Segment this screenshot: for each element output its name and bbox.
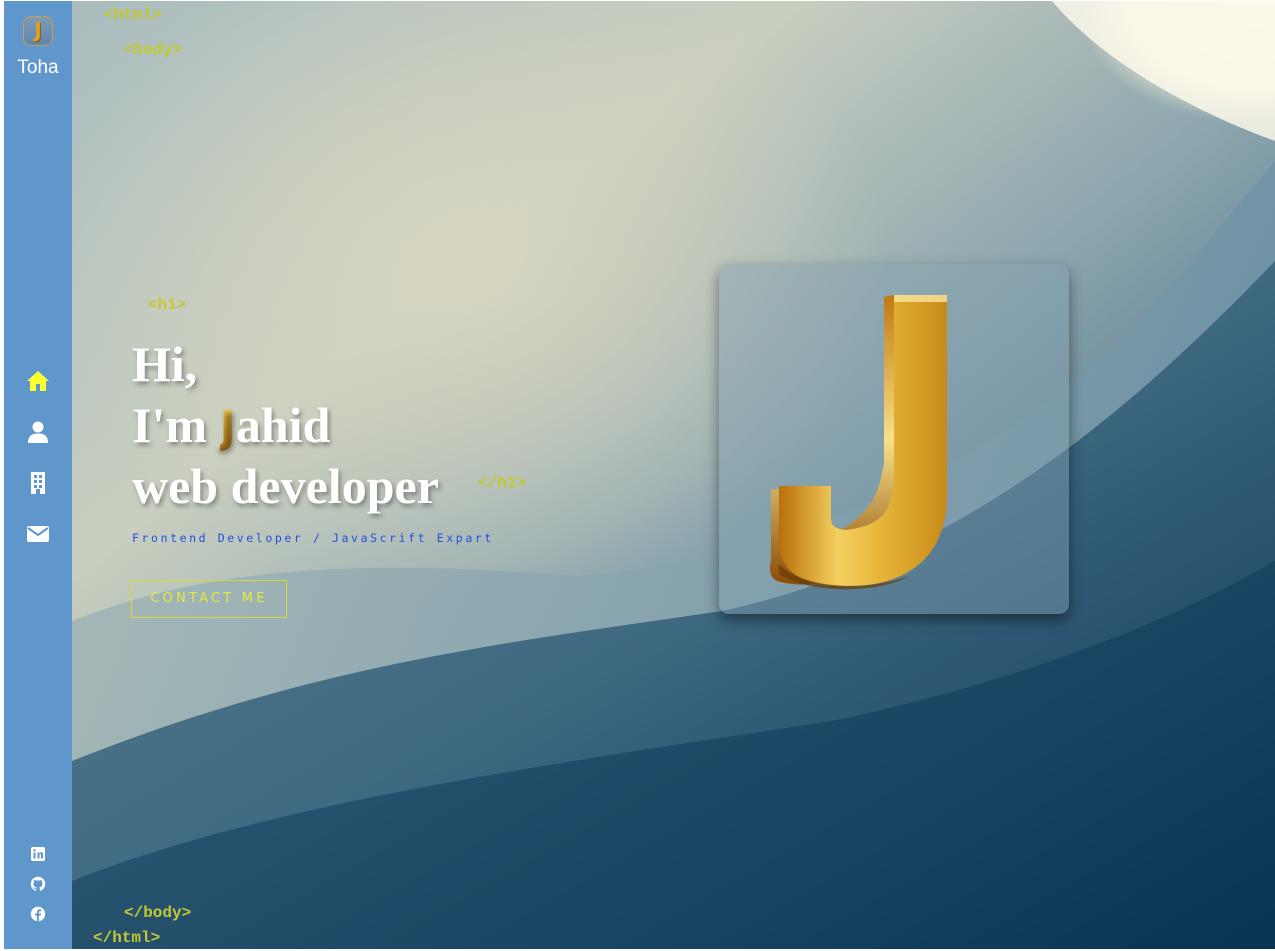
portfolio-page: J Toha <html> <body> <h1> Hi, I'm Jahid … — [0, 0, 1275, 951]
code-tag-body-open: <body> — [124, 41, 182, 59]
gold-j-logo-image — [770, 295, 947, 590]
code-tag-body-close: </body> — [124, 904, 192, 922]
contact-me-button[interactable]: CONTACT ME — [131, 580, 287, 618]
profile-card — [719, 264, 1069, 614]
sidebar: J Toha — [4, 1, 72, 949]
code-tag-html-open: <html> — [104, 6, 162, 24]
hero-name-initial: J — [219, 402, 236, 453]
envelope-icon[interactable] — [25, 521, 51, 547]
home-icon[interactable] — [25, 368, 51, 394]
code-tag-h1-close: </h1> — [478, 474, 527, 492]
hero-name-rest: ahid — [235, 397, 331, 453]
hero-role: web developer — [132, 458, 439, 514]
logo-badge[interactable]: J — [23, 16, 53, 46]
user-icon[interactable] — [25, 419, 51, 445]
hero-greeting: Hi, — [132, 336, 198, 392]
brand-name[interactable]: Toha — [4, 57, 72, 79]
building-icon[interactable] — [25, 470, 51, 496]
hero-subtitle: Frontend Developer / JavaScrift Expart — [132, 531, 494, 545]
linkedin-icon[interactable] — [30, 846, 46, 862]
code-tag-html-close: </html> — [93, 929, 161, 947]
hero-name-prefix: I'm — [132, 397, 220, 453]
hero-name-line: I'm Jahid — [132, 400, 330, 450]
facebook-icon[interactable] — [30, 906, 46, 922]
github-icon[interactable] — [30, 876, 46, 892]
hero-section: <html> <body> <h1> Hi, I'm Jahid web dev… — [72, 1, 1275, 949]
code-tag-h1-open: <h1> — [148, 296, 187, 314]
logo-letter: J — [34, 18, 42, 42]
